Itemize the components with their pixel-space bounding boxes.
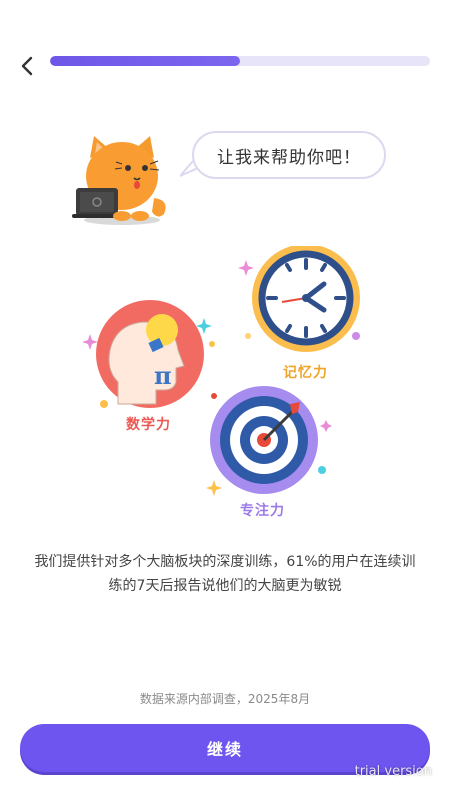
cat-with-laptop-icon xyxy=(72,136,166,225)
progress-bar xyxy=(50,56,430,66)
skill-label-focus: 专注力 xyxy=(240,503,285,519)
source-note: 数据来源内部调查，2025年8月 xyxy=(139,692,311,706)
head-lightbulb-icon: π xyxy=(82,300,215,408)
watermark: trial version xyxy=(354,764,432,779)
svg-text:π: π xyxy=(154,361,172,390)
description-text: 我们提供针对多个大脑板块的深度训练，61%的用户在连续训练的7天后报告说他们的大… xyxy=(34,554,416,594)
speech-bubble: 让我来帮助你吧！ xyxy=(192,131,386,179)
skill-label-math: 数学力 xyxy=(126,417,171,433)
skill-label-memory: 记忆力 xyxy=(283,365,328,381)
target-arrow-icon xyxy=(206,386,332,496)
chevron-left-icon xyxy=(21,56,33,76)
clock-icon xyxy=(238,246,360,352)
progress-fill xyxy=(50,56,240,66)
back-button[interactable] xyxy=(14,52,42,80)
